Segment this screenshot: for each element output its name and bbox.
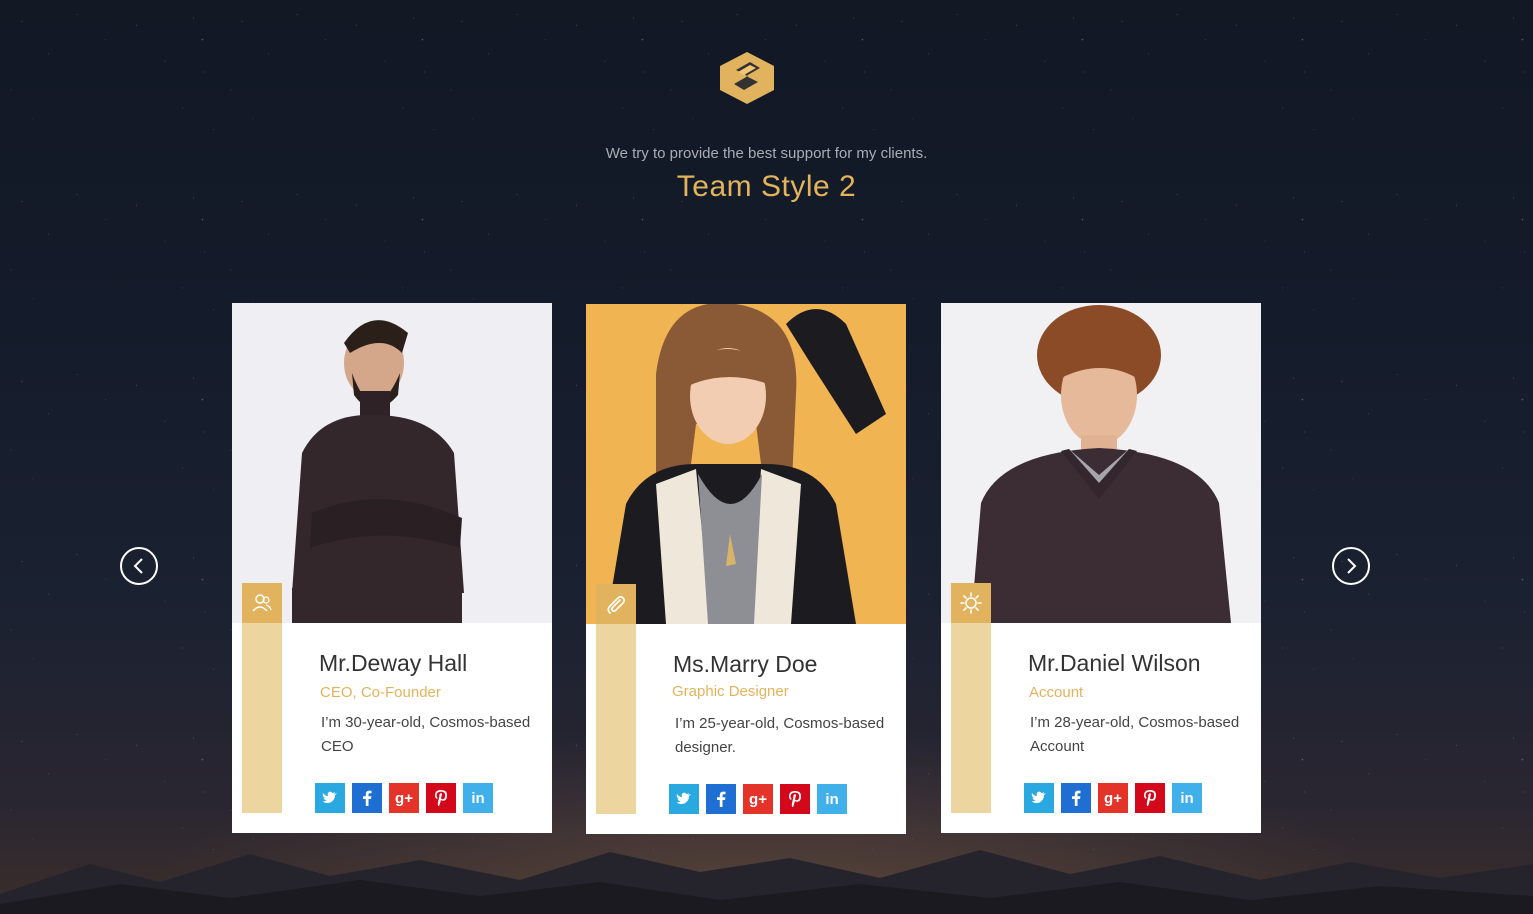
linkedin-icon: in — [471, 789, 485, 807]
role-badge — [951, 583, 991, 623]
member-position: Graphic Designer — [672, 683, 789, 700]
facebook-icon — [363, 790, 372, 806]
chevron-left-icon — [133, 558, 143, 574]
paperclip-icon — [607, 595, 626, 614]
team-card: Ms.Marry Doe Graphic Designer I’m 25-yea… — [586, 304, 906, 834]
social-links: g+ in — [315, 783, 493, 813]
mountain-silhouette — [0, 850, 1533, 914]
pinterest-button[interactable] — [426, 783, 456, 813]
member-bio: I’m 30-year-old, Cosmos-based CEO — [321, 714, 531, 755]
member-position: CEO, Co-Founder — [320, 684, 441, 701]
section-title: Team Style 2 — [676, 170, 857, 203]
member-photo — [586, 304, 906, 624]
linkedin-button[interactable]: in — [817, 784, 847, 814]
team-card: Mr.Deway Hall CEO, Co-Founder I’m 30-yea… — [232, 303, 552, 833]
social-links: g+ in — [1024, 783, 1202, 813]
twitter-icon — [1031, 791, 1046, 804]
role-badge — [596, 584, 636, 624]
member-bio: I’m 25-year-old, Cosmos-based designer. — [675, 715, 885, 756]
google-plus-button[interactable]: g+ — [1098, 783, 1128, 813]
member-name: Ms.Marry Doe — [673, 651, 818, 677]
pinterest-button[interactable] — [780, 784, 810, 814]
member-position: Account — [1029, 684, 1084, 701]
member-bio: I’m 28-year-old, Cosmos-based Account — [1030, 714, 1240, 755]
google-plus-button[interactable]: g+ — [389, 783, 419, 813]
section-subtitle: We try to provide the best support for m… — [605, 145, 928, 162]
role-badge — [242, 583, 282, 623]
carousel-prev-button[interactable] — [120, 547, 158, 585]
users-icon — [252, 594, 272, 612]
linkedin-button[interactable]: in — [463, 783, 493, 813]
twitter-button[interactable] — [1024, 783, 1054, 813]
brand-logo — [720, 52, 774, 104]
google-plus-icon: g+ — [1104, 789, 1122, 807]
facebook-icon — [717, 791, 726, 807]
facebook-button[interactable] — [706, 784, 736, 814]
twitter-button[interactable] — [669, 784, 699, 814]
chevron-right-icon — [1347, 558, 1357, 574]
google-plus-button[interactable]: g+ — [743, 784, 773, 814]
pinterest-icon — [789, 791, 801, 807]
pinterest-button[interactable] — [1135, 783, 1165, 813]
twitter-icon — [322, 791, 337, 804]
social-links: g+ in — [669, 784, 847, 814]
twitter-button[interactable] — [315, 783, 345, 813]
facebook-button[interactable] — [1061, 783, 1091, 813]
facebook-icon — [1072, 790, 1081, 806]
facebook-button[interactable] — [352, 783, 382, 813]
member-name: Mr.Daniel Wilson — [1028, 650, 1201, 676]
linkedin-button[interactable]: in — [1172, 783, 1202, 813]
linkedin-icon: in — [825, 790, 839, 808]
member-photo — [941, 303, 1261, 623]
gear-icon — [960, 592, 982, 614]
google-plus-icon: g+ — [395, 789, 413, 807]
carousel-next-button[interactable] — [1332, 547, 1370, 585]
pinterest-icon — [1144, 790, 1156, 806]
twitter-icon — [676, 792, 691, 805]
member-photo — [232, 303, 552, 623]
member-name: Mr.Deway Hall — [319, 650, 468, 676]
linkedin-icon: in — [1180, 789, 1194, 807]
pinterest-icon — [435, 790, 447, 806]
google-plus-icon: g+ — [749, 790, 767, 808]
team-card: Mr.Daniel Wilson Account I’m 28-year-old… — [941, 303, 1261, 833]
